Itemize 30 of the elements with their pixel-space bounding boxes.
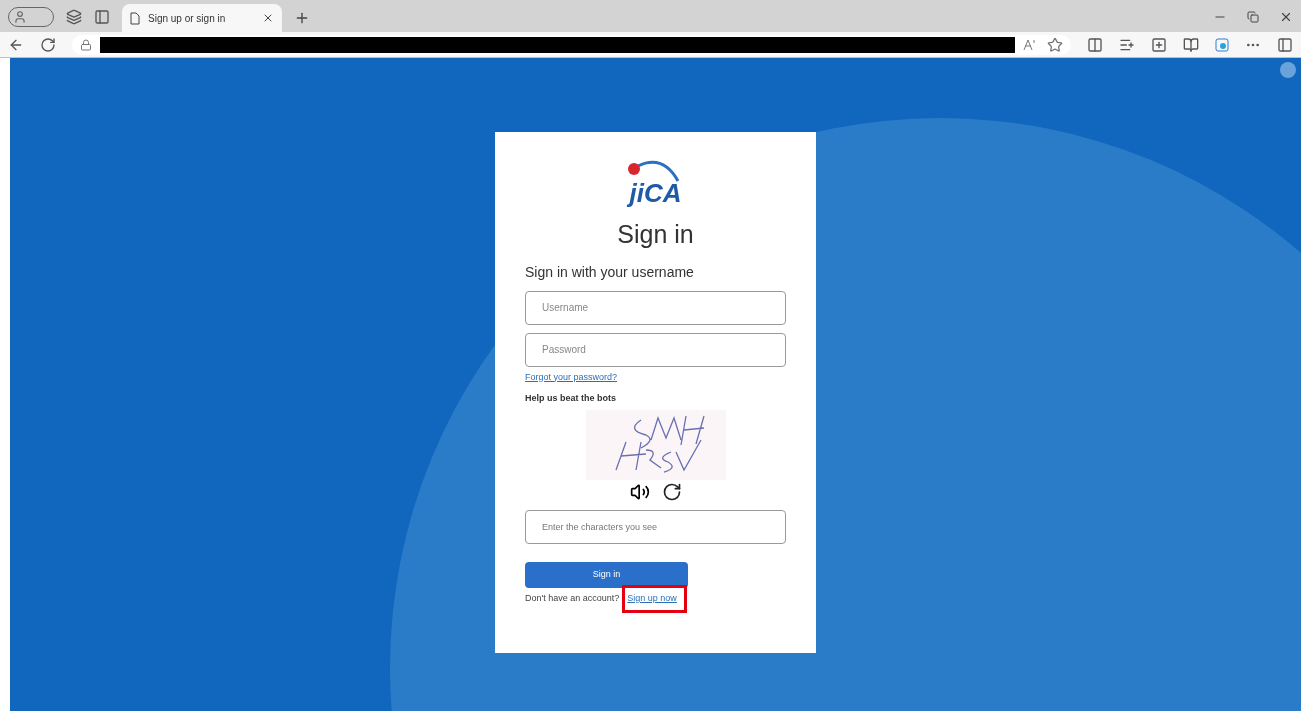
sign-up-link[interactable]: Sign up now (627, 592, 677, 603)
sidebar-icon[interactable] (1277, 36, 1293, 53)
reload-icon[interactable] (40, 36, 56, 53)
close-window-icon[interactable] (1279, 10, 1293, 24)
browser-tab[interactable]: Sign up or sign in (122, 4, 282, 32)
page-icon (130, 11, 140, 25)
sign-in-button[interactable]: Sign in (525, 561, 688, 588)
split-screen-icon[interactable] (1087, 36, 1103, 53)
signup-prompt: Don't have an account? (525, 591, 620, 605)
page-title: Sign in (617, 219, 694, 250)
favorite-icon[interactable] (1047, 36, 1063, 53)
input-field[interactable]: Username (525, 290, 786, 325)
lock-icon (80, 38, 92, 51)
person-icon (13, 10, 27, 24)
audio-icon[interactable] (629, 481, 650, 502)
tab-title: Sign up or sign in (148, 11, 227, 26)
captcha-input-field[interactable]: Enter the characters you see (525, 509, 786, 544)
collections-icon[interactable] (1151, 36, 1167, 53)
workspaces-icon[interactable] (66, 9, 82, 25)
extension-icon[interactable] (1183, 36, 1199, 53)
tab-actions-icon[interactable] (94, 9, 110, 25)
captcha-label: Help us beat the bots (525, 392, 616, 405)
input-field[interactable]: Password (525, 332, 786, 367)
close-icon[interactable] (262, 12, 274, 24)
forgot-password-link[interactable]: Forgot your password? (525, 370, 618, 384)
new-tab-icon[interactable] (294, 10, 310, 26)
refresh-icon[interactable] (661, 481, 682, 502)
form-subtitle: Sign in with your username (525, 262, 694, 282)
edge-icon[interactable] (1215, 37, 1229, 52)
restore-icon[interactable] (1247, 11, 1259, 23)
